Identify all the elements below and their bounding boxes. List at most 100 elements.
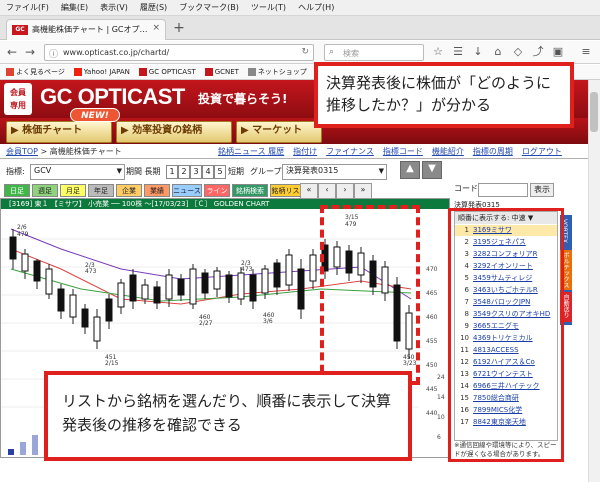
display-button[interactable]: 表示 <box>530 183 554 197</box>
gcnet-icon <box>204 68 213 76</box>
nav-market[interactable]: ▶ マーケット <box>236 121 322 143</box>
chart-annotation: 473 <box>241 266 253 273</box>
nav-efficient-stocks-label: 効率投資の銘柄 <box>132 125 203 136</box>
bookmark-item[interactable]: ネットショップ <box>247 65 307 80</box>
reload-icon[interactable]: ↻ <box>301 47 309 57</box>
bookmark-item[interactable]: GCNET <box>204 65 239 80</box>
indicator-button[interactable]: 年足 <box>88 184 114 197</box>
indicator-button[interactable]: ニュース <box>172 184 202 197</box>
reading-list-icon[interactable]: ☰ <box>450 44 466 60</box>
menu-view[interactable]: 表示(V) <box>94 0 134 15</box>
volume-axis-label: 6 <box>437 434 441 441</box>
browser-tab[interactable]: GC 高機能株価チャート | GCオプ… × <box>6 19 166 40</box>
menu-tools[interactable]: ツール(T) <box>245 0 292 15</box>
volume-axis-label: 24 <box>437 374 445 381</box>
indicator-button[interactable]: 業績 <box>144 184 170 197</box>
site-logo[interactable]: GC OPTICAST <box>40 84 185 110</box>
pocket-icon[interactable]: ◇ <box>510 44 526 60</box>
candle-body <box>117 282 125 308</box>
home-icon[interactable]: ⌂ <box>490 44 506 60</box>
candle-body <box>33 260 41 282</box>
menu-file[interactable]: ファイル(F) <box>0 0 55 15</box>
back-icon[interactable]: ← <box>4 44 20 60</box>
link-logout[interactable]: ログアウト <box>522 147 562 156</box>
url-bar[interactable]: ⓘ www.opticast.co.jp/chartd/ ↻ <box>44 44 314 61</box>
chart-nav-button[interactable]: ‹ <box>318 183 336 199</box>
chart-annotation: 2/27 <box>199 320 213 327</box>
new-badge: NEW! <box>70 108 120 122</box>
chart-nav-button[interactable]: « <box>300 183 318 199</box>
candle-body <box>273 262 281 288</box>
indicator-button[interactable]: 日足 <box>4 184 30 197</box>
breadcrumb-home[interactable]: 会員TOP <box>6 147 38 156</box>
period-button-5[interactable]: 5 <box>214 165 226 179</box>
indicator-bar: 日足 週足 月足 年足 企業 業績 ニュース ライン 銘柄検索 銘柄リスト «‹ ›» <box>0 183 450 199</box>
chart-nav-button[interactable]: » <box>354 183 372 199</box>
up-arrow-button[interactable]: ▲ <box>400 161 420 179</box>
shop-icon <box>247 68 256 76</box>
candle-body <box>153 286 161 304</box>
price-label: 445 <box>426 386 438 393</box>
nav-market-label: マーケット <box>252 125 303 136</box>
breadcrumb-current: > 高機能株価チャート <box>38 147 122 156</box>
down-arrow-button[interactable]: ▼ <box>422 161 442 179</box>
bookmark-item[interactable]: Yahoo! JAPAN <box>73 65 130 80</box>
price-label: 455 <box>426 338 438 345</box>
candle-body <box>249 274 257 302</box>
forward-icon[interactable]: → <box>22 44 38 60</box>
member-badge: 会員 専用 <box>4 83 32 115</box>
link-features[interactable]: 機能紹介 <box>432 147 464 156</box>
menu-help[interactable]: ヘルプ(H) <box>292 0 340 15</box>
link-indicator-cycle[interactable]: 指標の周期 <box>473 147 513 156</box>
menu-history[interactable]: 履歴(S) <box>134 0 173 15</box>
chart-annotation: 473 <box>85 268 97 275</box>
link-indicator-code[interactable]: 指標コード <box>383 147 423 156</box>
chart-nav-button[interactable]: › <box>336 183 354 199</box>
candle-body <box>213 270 221 290</box>
period-button-1[interactable]: 1 <box>166 165 178 179</box>
highlight-box <box>320 205 420 385</box>
indicator-button[interactable]: 月足 <box>60 184 86 197</box>
page-scrollbar[interactable] <box>588 80 600 482</box>
nav-stock-chart[interactable]: ▶ 株価チャート <box>6 121 112 143</box>
extension-icon[interactable]: ▣ <box>550 44 566 60</box>
sub-links: 銘柄ニュース 履歴 指付け ファイナンス 指標コード 機能紹介 指標の周期 ログアウト <box>218 146 571 157</box>
scrollbar-thumb[interactable] <box>590 92 598 132</box>
period-button-4[interactable]: 4 <box>202 165 214 179</box>
indicator-button[interactable]: 週足 <box>32 184 58 197</box>
nav-stock-chart-label: 株価チャート <box>22 125 83 136</box>
search-input[interactable]: ⌕ 検索 <box>324 44 424 61</box>
download-icon[interactable]: ↓ <box>470 44 486 60</box>
group-select[interactable]: 決算発表0315 ▼ <box>282 164 387 180</box>
chart-annotation: 3/6 <box>263 318 273 325</box>
nav-efficient-stocks[interactable]: ▶ 効率投資の銘柄 <box>116 121 232 143</box>
share-icon[interactable]: ⤴ <box>530 44 546 60</box>
menu-icon[interactable]: ≡ <box>578 44 594 60</box>
menu-bookmarks[interactable]: ブックマーク(B) <box>173 0 245 15</box>
star-icon[interactable]: ☆ <box>430 44 446 60</box>
new-tab-icon[interactable]: + <box>170 19 188 37</box>
chart-annotation: 2/15 <box>105 360 119 367</box>
close-tab-icon[interactable]: × <box>152 23 160 33</box>
indicator-button[interactable]: 企業 <box>116 184 142 197</box>
indicator-button[interactable]: ライン <box>204 184 230 197</box>
link-sashine[interactable]: 指付け <box>293 147 317 156</box>
link-news-history[interactable]: 銘柄ニュース 履歴 <box>218 147 284 156</box>
volume-bar <box>8 449 14 455</box>
bookmark-item[interactable]: よく見るページ <box>6 65 65 80</box>
candle-body <box>69 294 77 318</box>
period-button-3[interactable]: 3 <box>190 165 202 179</box>
candle-body <box>105 298 113 322</box>
gc-favicon-icon: GC <box>12 25 28 35</box>
link-finance[interactable]: ファイナンス <box>326 147 374 156</box>
indicator-select[interactable]: GCV ▼ <box>30 164 125 180</box>
code-input[interactable] <box>478 183 528 197</box>
search-placeholder: 検索 <box>343 49 359 58</box>
price-label: 440 <box>426 410 438 417</box>
indicator-button[interactable]: 銘柄検索 <box>232 184 268 197</box>
price-label: 450 <box>426 362 438 369</box>
bookmark-item[interactable]: GC OPTICAST <box>138 65 196 80</box>
candle-body <box>57 288 65 312</box>
period-button-2[interactable]: 2 <box>178 165 190 179</box>
menu-edit[interactable]: 編集(E) <box>55 0 94 15</box>
